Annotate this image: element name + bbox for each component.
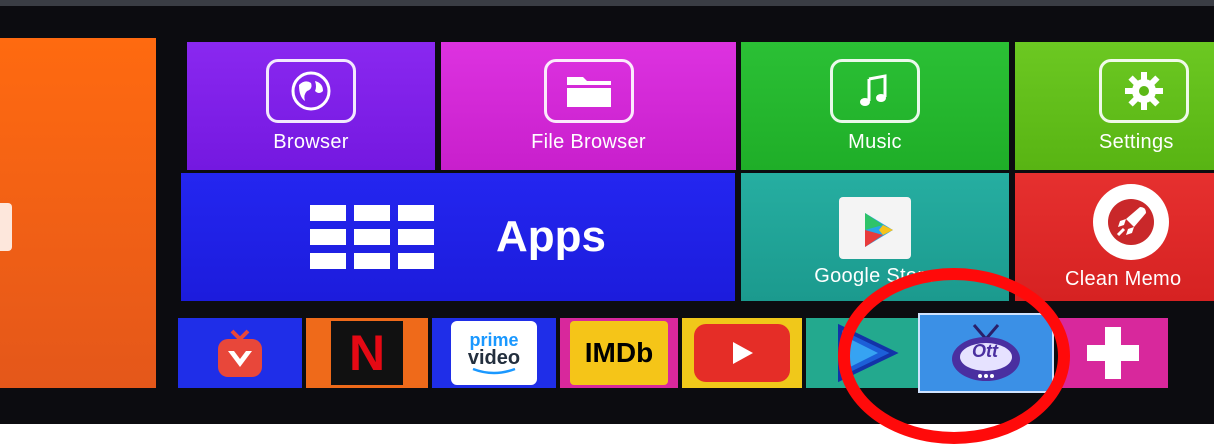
- music-note-icon: [830, 58, 920, 123]
- prime-video-icon: prime video: [451, 321, 537, 385]
- video-label: video: [467, 347, 521, 369]
- rocket-icon: [1093, 183, 1169, 260]
- dock-item-netflix[interactable]: N: [306, 318, 428, 388]
- google-store-label: Google Store: [814, 264, 936, 287]
- clean-memory-tile[interactable]: Clean Memo: [1015, 173, 1214, 301]
- music-label: Music: [848, 130, 902, 153]
- clean-memory-label: Clean Memo: [1065, 267, 1182, 290]
- music-tile[interactable]: Music: [741, 42, 1009, 170]
- tv-heart-icon: [218, 329, 262, 377]
- dock-item-app-red-tv[interactable]: [178, 318, 302, 388]
- left-tile[interactable]: [0, 38, 156, 388]
- netflix-label: N: [348, 325, 386, 381]
- netflix-icon: N: [331, 321, 403, 385]
- globe-icon: [266, 58, 356, 123]
- left-tile-icon-fragment: [0, 203, 12, 251]
- top-bar: [0, 0, 1214, 6]
- play-store-bag-icon: [839, 196, 911, 259]
- settings-label: Settings: [1099, 130, 1174, 153]
- imdb-label: IMDb: [584, 337, 654, 368]
- dock-item-prime-video[interactable]: prime video: [432, 318, 556, 388]
- apps-label: Apps: [496, 212, 606, 261]
- tv-launcher-screen: Browser File Browser Music Settings Apps…: [0, 0, 1214, 424]
- smile-arrow-icon: [472, 367, 516, 375]
- tv-app-label: Ott: [972, 341, 998, 361]
- imdb-icon: IMDb: [570, 321, 668, 385]
- settings-tile[interactable]: Settings: [1015, 42, 1214, 170]
- gear-icon: [1099, 58, 1189, 123]
- apps-tile[interactable]: Apps: [181, 173, 735, 301]
- grid-icon: [310, 205, 434, 269]
- file-browser-label: File Browser: [531, 130, 646, 153]
- plus-icon: [1087, 327, 1139, 379]
- file-browser-tile[interactable]: File Browser: [441, 42, 736, 170]
- dock-item-add[interactable]: [1058, 318, 1168, 388]
- dock-item-tv-app[interactable]: Ott: [918, 313, 1054, 393]
- google-store-tile[interactable]: Google Store: [741, 173, 1009, 301]
- browser-tile[interactable]: Browser: [187, 42, 435, 170]
- dock-item-imdb[interactable]: IMDb: [560, 318, 678, 388]
- youtube-icon: [694, 324, 790, 382]
- folder-icon: [543, 58, 634, 123]
- dock-item-youtube[interactable]: [682, 318, 802, 388]
- browser-label: Browser: [273, 130, 349, 153]
- play-triangle-icon: [838, 323, 899, 383]
- dock-item-play-app[interactable]: [806, 318, 918, 388]
